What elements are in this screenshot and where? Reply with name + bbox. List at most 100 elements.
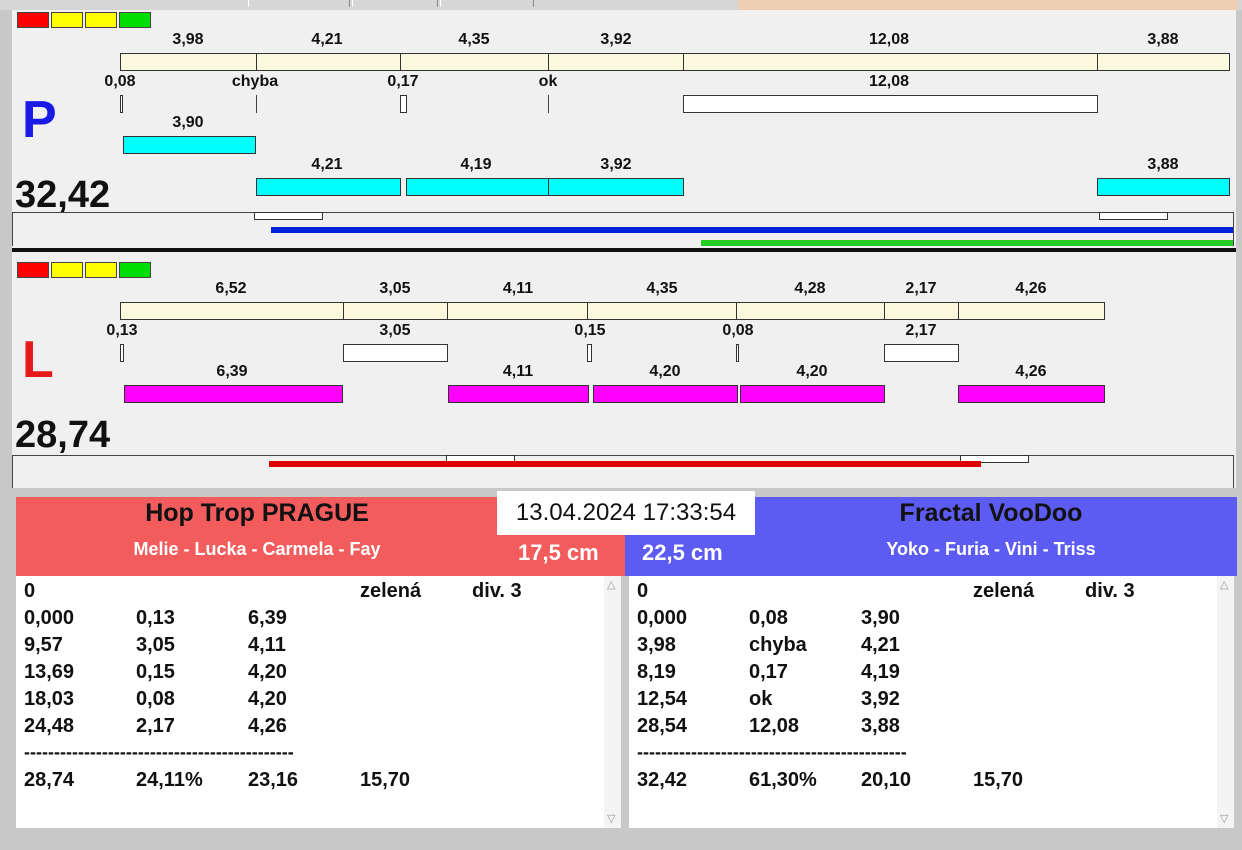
cell: 2,17 (136, 715, 175, 737)
summary-cell: 15,70 (973, 769, 1024, 791)
team-members: Yoko - Furia - Vini - Triss (886, 539, 1096, 559)
run-label: 4,21 (311, 156, 343, 173)
segment (548, 53, 684, 71)
lane-axis (12, 212, 1234, 213)
tab-3[interactable] (440, 0, 534, 7)
gap-label: 0,08 (722, 322, 754, 339)
gap-label: 0,13 (106, 322, 138, 339)
gap-box (120, 344, 124, 362)
run-bar (123, 136, 256, 154)
cell: 3,05 (136, 634, 175, 656)
seg-label: 4,28 (794, 280, 826, 297)
segment (120, 302, 344, 320)
gap-label: 12,08 (868, 73, 910, 90)
run-bar (548, 178, 684, 196)
run-label: 4,26 (1015, 363, 1047, 380)
summary-cell: 28,74 (24, 769, 75, 791)
left-scrollbar[interactable]: △ ▽ (604, 576, 621, 828)
gap-label: chyba (231, 73, 279, 90)
seg-label: 6,52 (215, 280, 247, 297)
cell: 9,57 (24, 634, 63, 656)
team-name: Hop Trop PRAGUE (145, 499, 369, 527)
seg-label: 3,88 (1147, 31, 1179, 48)
scroll-down-icon[interactable]: ▽ (1220, 812, 1228, 825)
cell: 4,19 (861, 661, 900, 683)
cell: 4,20 (248, 661, 287, 683)
tab-1[interactable] (248, 0, 350, 7)
gap-box (120, 95, 123, 113)
indicator-yellow-2 (85, 12, 117, 28)
scroll-down-icon[interactable]: ▽ (607, 812, 615, 825)
right-scrollbar[interactable]: △ ▽ (1217, 576, 1234, 828)
cell: 4,20 (248, 688, 287, 710)
run-bar (958, 385, 1105, 403)
scroll-up-icon[interactable]: △ (1220, 578, 1228, 591)
tab-2[interactable] (352, 0, 438, 7)
cell: 0,08 (749, 607, 788, 629)
cell: 3,92 (861, 688, 900, 710)
cell: 18,03 (24, 688, 75, 710)
clock-display: 13.04.2024 17:33:54 (497, 491, 755, 535)
gap-label: 3,05 (379, 322, 411, 339)
gap-box (884, 344, 959, 362)
run-bar (406, 178, 549, 196)
cell: 28,54 (637, 715, 688, 737)
seg-label: 3,98 (172, 31, 204, 48)
run-label: 6,39 (216, 363, 248, 380)
separator: ----------------------------------------… (637, 742, 907, 762)
segment (736, 302, 885, 320)
run-bar (448, 385, 589, 403)
indicator-red (17, 262, 49, 278)
segment (400, 53, 549, 71)
cell: div. 3 (472, 580, 522, 602)
run-label: 4,20 (649, 363, 681, 380)
seg-label: 4,35 (458, 31, 490, 48)
scroll-up-icon[interactable]: △ (607, 578, 615, 591)
gap-label: 0,15 (574, 322, 606, 339)
gap-label: ok (538, 73, 558, 90)
seg-label: 4,11 (502, 280, 534, 297)
time-line-blue (271, 227, 1233, 233)
cell: 4,11 (248, 634, 286, 656)
cell: 0,000 (637, 607, 688, 629)
lane-letter: P (22, 91, 57, 149)
cell: 0 (637, 580, 649, 602)
time-line-green (701, 240, 1233, 246)
cell: 12,54 (637, 688, 688, 710)
gap-tick (256, 95, 257, 113)
seg-label: 12,08 (868, 31, 910, 48)
axis-edge (12, 212, 13, 246)
seg-label: 4,26 (1015, 280, 1047, 297)
axis-edge (1233, 212, 1234, 246)
indicator-green (119, 262, 151, 278)
summary-cell: 32,42 (637, 769, 688, 791)
cell: chyba (749, 634, 807, 656)
gap-box (343, 344, 448, 362)
seg-label: 4,35 (646, 280, 678, 297)
cell: 0,000 (24, 607, 75, 629)
cell: 0 (24, 580, 36, 602)
gap-box (587, 344, 592, 362)
segment (683, 53, 1098, 71)
time-line-red (269, 461, 981, 467)
gap-box (400, 95, 407, 113)
top-strip (0, 0, 1242, 10)
cell: 0,08 (136, 688, 175, 710)
cell: 4,21 (861, 634, 900, 656)
summary-cell: 20,10 (861, 769, 912, 791)
gap-label: 2,17 (905, 322, 937, 339)
indicator-yellow-1 (51, 262, 83, 278)
run-bar (740, 385, 885, 403)
cell: ok (749, 688, 773, 710)
cell: 0,13 (136, 607, 175, 629)
separator: ----------------------------------------… (24, 742, 294, 762)
indicator-red (17, 12, 49, 28)
cell: 13,69 (24, 661, 75, 683)
cell: 3,98 (637, 634, 676, 656)
right-result-list[interactable]: 0 zelená div. 3 0,000 0,08 3,90 3,98 chy… (629, 576, 1217, 828)
left-result-list[interactable]: 0 zelená div. 3 0,000 0,13 6,39 9,57 3,0… (16, 576, 604, 828)
team-name: Fractal VooDoo (899, 499, 1083, 527)
gap-box (683, 95, 1098, 113)
cell: div. 3 (1085, 580, 1135, 602)
marker-box (1099, 212, 1168, 220)
